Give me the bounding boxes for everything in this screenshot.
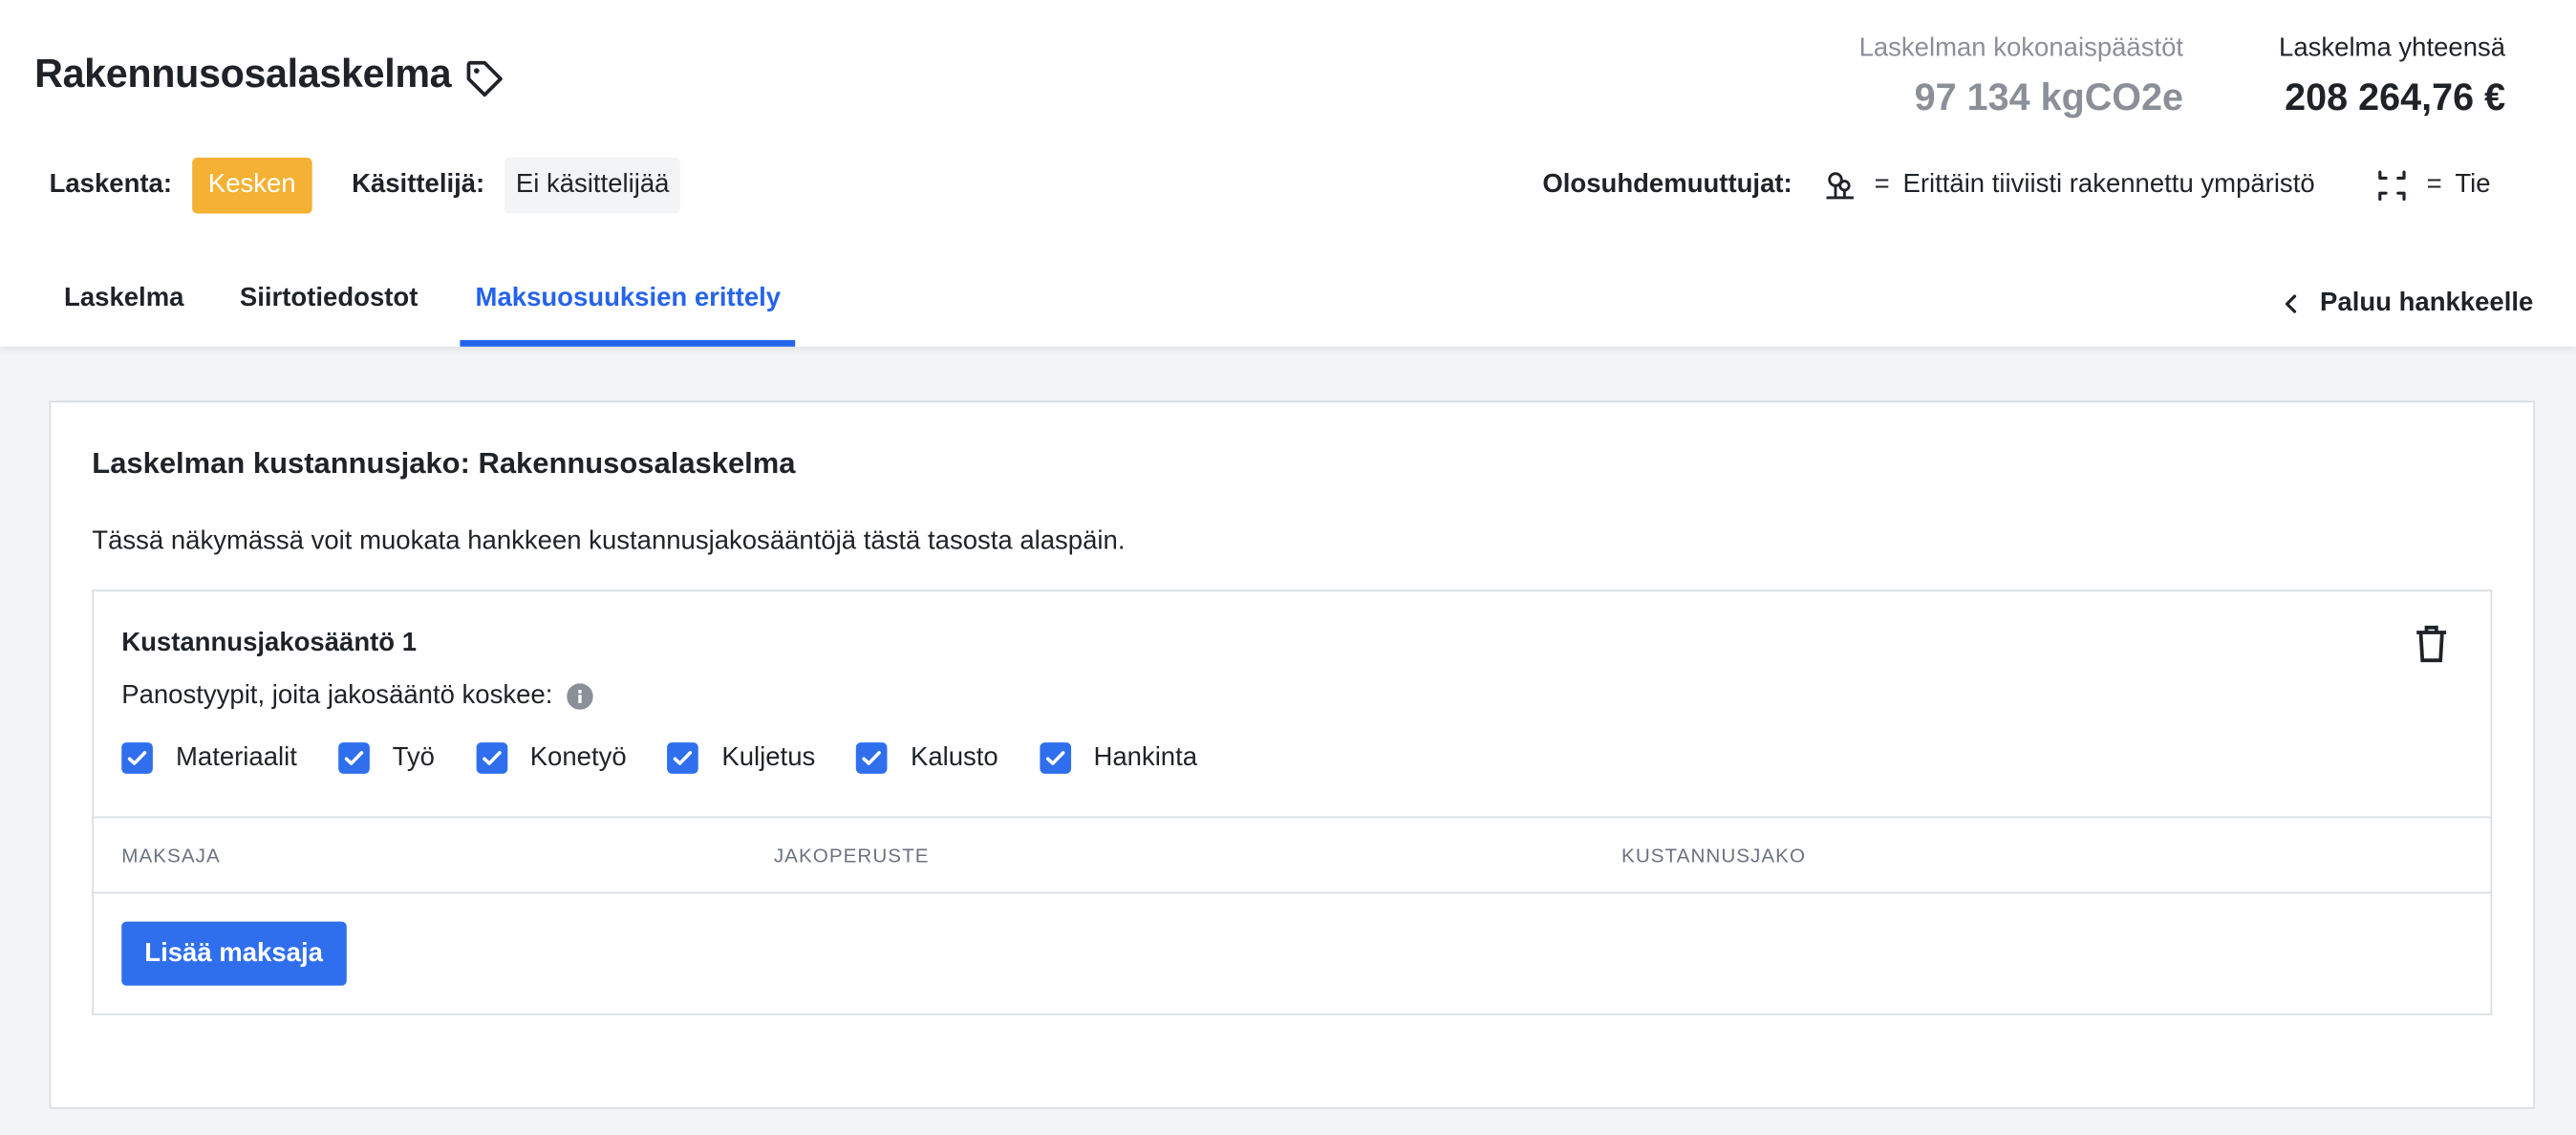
info-icon[interactable] [567,683,594,710]
handler-chip[interactable]: Ei käsittelijää [504,158,681,214]
checkmark-icon [862,751,882,765]
checkbox-label: Konetyö [529,743,627,772]
app-stage: Rakennusosalaskelma Laskelman kokonaispä… [0,0,2576,1135]
input-type-checkboxes: Materiaalit Työ Konetyö Kuljetus Kalusto [121,742,1238,774]
condition-equals: = [1874,170,1890,200]
tab-bar: Laskelma Siirtotiedostot Maksuosuuksien … [36,263,796,347]
emissions-value: 97 134 kgCO2e [1914,75,2184,118]
status-badge[interactable]: Kesken [191,158,312,214]
status-label: Laskenta: [49,170,173,200]
checkbox-label: Työ [392,743,435,772]
checkbox-kuljetus[interactable]: Kuljetus [667,742,816,774]
checkbox-checked[interactable] [475,742,507,774]
checkmark-icon [127,751,147,765]
page-header: Rakennusosalaskelma Laskelman kokonaispä… [0,0,2576,347]
checkbox-konetyo[interactable]: Konetyö [475,742,627,774]
tag-icon[interactable] [463,57,506,100]
add-payer-button[interactable]: Lisää maksaja [121,921,346,986]
checkmark-icon [1045,751,1064,765]
condition-variables: Olosuhdemuuttujat: = Erittäin tiiviisti … [1542,158,2491,213]
column-header-jakoperuste: JAKOPERUSTE [773,844,930,867]
rule-subtitle: Panostyypit, joita jakosääntö koskee: [121,681,553,710]
checkbox-materiaalit[interactable]: Materiaalit [121,742,297,774]
page-title: Rakennusosalaskelma [34,53,452,97]
checkmark-icon [482,751,502,765]
checkbox-label: Materiaalit [175,743,297,772]
checkbox-hankinta[interactable]: Hankinta [1039,742,1198,774]
payer-table-header: MAKSAJA JAKOPERUSTE KUSTANNUSJAKO [94,816,2491,894]
condition-equals: = [2426,170,2442,200]
checkbox-checked[interactable] [337,742,370,774]
back-link-label: Paluu hankkeelle [2320,289,2534,317]
conditions-label: Olosuhdemuuttujat: [1542,170,1792,200]
checkbox-checked[interactable] [667,742,699,774]
total-value: 208 264,76 € [2285,75,2506,118]
tab-maksuosuuksien-erittely[interactable]: Maksuosuuksien erittely [461,263,796,347]
card-title: Laskelman kustannusjako: Rakennusosalask… [92,446,796,481]
checkbox-tyo[interactable]: Työ [337,742,435,774]
cost-allocation-card: Laskelman kustannusjako: Rakennusosalask… [49,400,2536,1109]
chevron-left-icon [2286,294,2297,313]
total-label: Laskelma yhteensä [2279,34,2506,63]
emissions-label: Laskelman kokonaispäästöt [1858,34,2184,63]
checkbox-checked[interactable] [856,742,888,774]
checkbox-label: Kuljetus [721,743,816,772]
column-header-maksaja: MAKSAJA [121,844,221,867]
meta-row: Laskenta: Kesken Käsittelijä: Ei käsitte… [49,158,681,214]
urban-environment-icon [1826,172,1854,200]
checkbox-label: Hankinta [1093,743,1198,772]
condition-road-value: Tie [2455,170,2491,200]
allocation-rule: Kustannusjakosääntö 1 Panostyypit, joita… [92,589,2493,1016]
tab-siirtotiedostot[interactable]: Siirtotiedostot [212,263,446,347]
tab-laskelma[interactable]: Laskelma [36,263,212,347]
card-description: Tässä näkymässä voit muokata hankkeen ku… [92,526,1126,556]
back-to-project-link[interactable]: Paluu hankkeelle [2281,289,2534,319]
checkbox-kalusto[interactable]: Kalusto [856,742,998,774]
checkmark-icon [674,751,693,765]
condition-environment-value: Erittäin tiiviisti rakennettu ympäristö [1902,170,2315,200]
column-header-kustannusjako: KUSTANNUSJAKO [1621,844,1807,867]
handler-label: Käsittelijä: [352,170,485,200]
rule-subtitle-row: Panostyypit, joita jakosääntö koskee: [121,681,594,712]
checkmark-icon [344,751,363,765]
checkbox-label: Kalusto [910,743,998,772]
checkbox-checked[interactable] [121,742,153,774]
checkbox-checked[interactable] [1039,742,1071,774]
rule-title: Kustannusjakosääntö 1 [121,629,418,657]
trash-icon[interactable] [2414,624,2450,663]
road-icon [2378,170,2406,202]
